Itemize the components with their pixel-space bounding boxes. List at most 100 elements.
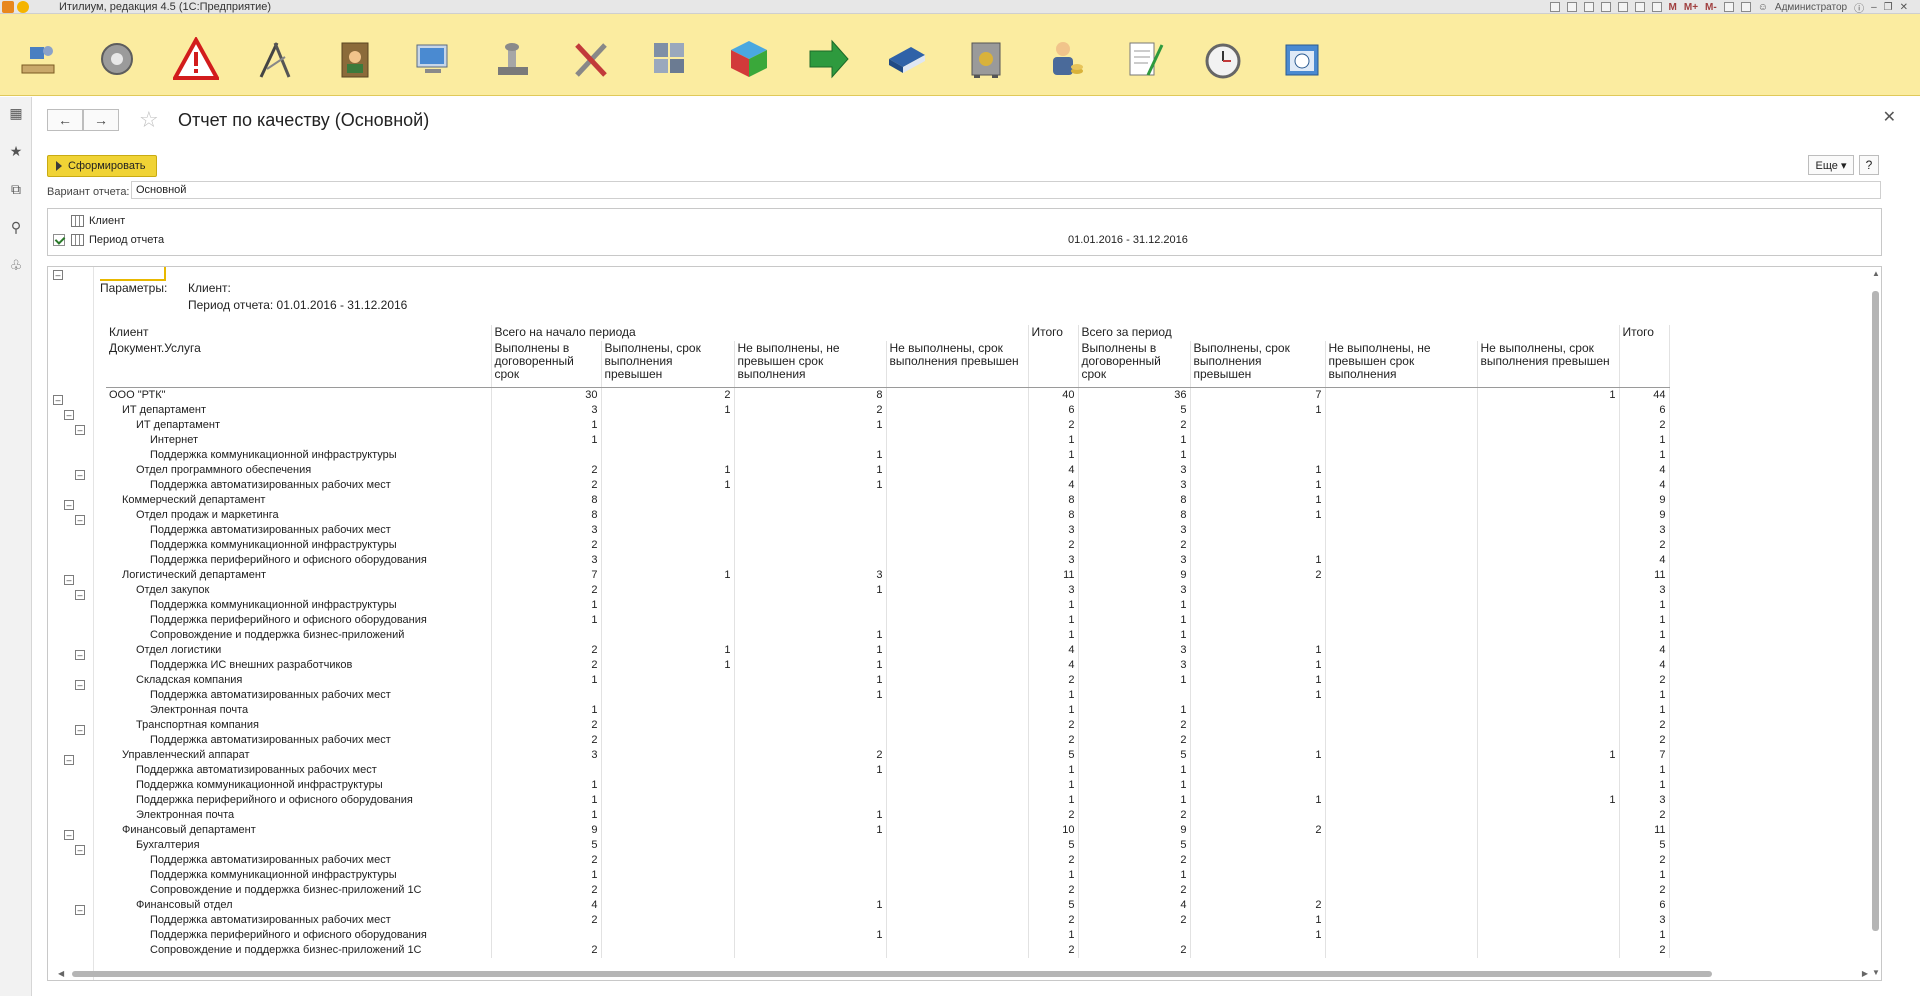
value-cell[interactable] [601, 672, 735, 688]
value-cell[interactable] [734, 522, 887, 538]
value-cell[interactable]: 1 [734, 417, 887, 433]
value-cell[interactable]: 1 [1078, 777, 1191, 793]
info-icon[interactable]: ⓘ [1854, 0, 1864, 15]
row-name-cell[interactable]: Поддержка коммуникационной инфраструктур… [106, 597, 492, 613]
value-cell[interactable]: 2 [1028, 882, 1079, 898]
table-row[interactable]: Логистический департамент 7 1 3 11 9 2 11 [106, 567, 1670, 583]
value-cell[interactable] [1190, 867, 1326, 883]
value-cell[interactable] [1325, 417, 1478, 433]
value-cell[interactable]: 1 [1619, 777, 1670, 793]
table-row[interactable]: Управленческий аппарат 3 2 5 5 1 1 7 [106, 747, 1670, 763]
row-name-cell[interactable]: Транспортная компания [106, 717, 492, 733]
value-cell[interactable]: 4 [1619, 462, 1670, 478]
value-cell[interactable] [886, 687, 1029, 703]
value-cell[interactable] [1325, 702, 1478, 718]
value-cell[interactable]: 1 [1078, 597, 1191, 613]
value-cell[interactable]: 2 [491, 717, 602, 733]
value-cell[interactable] [1325, 522, 1478, 538]
value-cell[interactable] [1325, 837, 1478, 853]
value-cell[interactable] [1477, 867, 1620, 883]
row-name-cell[interactable]: Отдел программного обеспечения [106, 462, 492, 478]
value-cell[interactable] [1190, 612, 1326, 628]
value-cell[interactable]: 1 [1190, 687, 1326, 703]
value-cell[interactable] [886, 522, 1029, 538]
table-row[interactable]: Поддержка автоматизированных рабочих мес… [106, 912, 1670, 928]
value-cell[interactable] [886, 732, 1029, 748]
scroll-thumb[interactable] [1872, 291, 1879, 931]
value-cell[interactable] [886, 807, 1029, 823]
value-cell[interactable] [886, 657, 1029, 673]
horizontal-scrollbar[interactable]: ◀ ▶ [58, 969, 1868, 978]
value-cell[interactable] [734, 552, 887, 568]
row-name-cell[interactable]: Поддержка ИС внешних разработчиков [106, 657, 492, 673]
value-cell[interactable]: 1 [1619, 702, 1670, 718]
value-cell[interactable]: 3 [1028, 552, 1079, 568]
memory-minus-button[interactable]: M- [1705, 2, 1717, 13]
value-cell[interactable] [1477, 477, 1620, 493]
table-row[interactable]: Сопровождение и поддержка бизнес-приложе… [106, 627, 1670, 643]
value-cell[interactable]: 1 [1028, 927, 1079, 943]
value-cell[interactable]: 40 [1028, 387, 1079, 403]
value-cell[interactable]: 1 [734, 582, 887, 598]
value-cell[interactable] [886, 777, 1029, 793]
value-cell[interactable]: 8 [734, 387, 887, 403]
row-collapse-toggle[interactable]: – [75, 650, 85, 660]
value-cell[interactable]: 1 [1190, 672, 1326, 688]
value-cell[interactable]: 3 [1078, 462, 1191, 478]
scroll-left-icon[interactable]: ◀ [58, 969, 64, 978]
value-cell[interactable]: 1 [491, 777, 602, 793]
modules-icon[interactable] [642, 32, 698, 86]
collapse-toggle[interactable]: – [53, 270, 63, 280]
value-cell[interactable] [886, 882, 1029, 898]
value-cell[interactable]: 3 [491, 522, 602, 538]
value-cell[interactable]: 5 [1078, 837, 1191, 853]
close-icon[interactable]: ✕ [1883, 107, 1896, 127]
value-cell[interactable]: 5 [1028, 747, 1079, 763]
value-cell[interactable]: 1 [734, 477, 887, 493]
value-cell[interactable]: 8 [1078, 507, 1191, 523]
value-cell[interactable] [886, 447, 1029, 463]
value-cell[interactable] [734, 507, 887, 523]
value-cell[interactable] [886, 672, 1029, 688]
table-row[interactable]: Поддержка периферийного и офисного обору… [106, 612, 1670, 628]
value-cell[interactable]: 2 [734, 402, 887, 418]
row-collapse-toggle[interactable]: – [75, 905, 85, 915]
value-cell[interactable] [601, 447, 735, 463]
row-name-cell[interactable]: Отдел закупок [106, 582, 492, 598]
value-cell[interactable]: 1 [1028, 432, 1079, 448]
more-button[interactable]: Еще ▾ [1808, 155, 1854, 175]
value-cell[interactable] [601, 432, 735, 448]
favorites-icon[interactable]: ★ [8, 143, 24, 159]
value-cell[interactable] [1325, 642, 1478, 658]
value-cell[interactable]: 2 [491, 642, 602, 658]
value-cell[interactable] [886, 402, 1029, 418]
row-name-cell[interactable]: Сопровождение и поддержка бизнес-приложе… [106, 627, 492, 643]
value-cell[interactable] [734, 867, 887, 883]
value-cell[interactable] [1477, 807, 1620, 823]
value-cell[interactable] [886, 792, 1029, 808]
row-name-cell[interactable]: Логистический департамент [106, 567, 492, 583]
value-cell[interactable] [734, 492, 887, 508]
minimize-button[interactable]: – [1871, 2, 1877, 13]
stamp-icon[interactable] [484, 32, 540, 86]
row-collapse-toggle[interactable]: – [64, 500, 74, 510]
value-cell[interactable]: 6 [1619, 402, 1670, 418]
value-cell[interactable] [601, 417, 735, 433]
value-cell[interactable]: 10 [1028, 822, 1079, 838]
value-cell[interactable] [886, 912, 1029, 928]
value-cell[interactable] [1325, 717, 1478, 733]
row-name-cell[interactable]: Бухгалтерия [106, 837, 492, 853]
value-cell[interactable]: 1 [1619, 687, 1670, 703]
table-row[interactable]: Поддержка коммуникационной инфраструктур… [106, 777, 1670, 793]
value-cell[interactable]: 4 [1619, 552, 1670, 568]
row-collapse-toggle[interactable]: – [53, 395, 63, 405]
value-cell[interactable]: 4 [1619, 477, 1670, 493]
value-cell[interactable]: 5 [491, 837, 602, 853]
value-cell[interactable] [1078, 687, 1191, 703]
document-icon[interactable] [1116, 32, 1172, 86]
value-cell[interactable] [1325, 912, 1478, 928]
desk-icon[interactable] [10, 32, 66, 86]
value-cell[interactable] [734, 597, 887, 613]
value-cell[interactable]: 1 [1078, 627, 1191, 643]
value-cell[interactable]: 1 [1190, 477, 1326, 493]
